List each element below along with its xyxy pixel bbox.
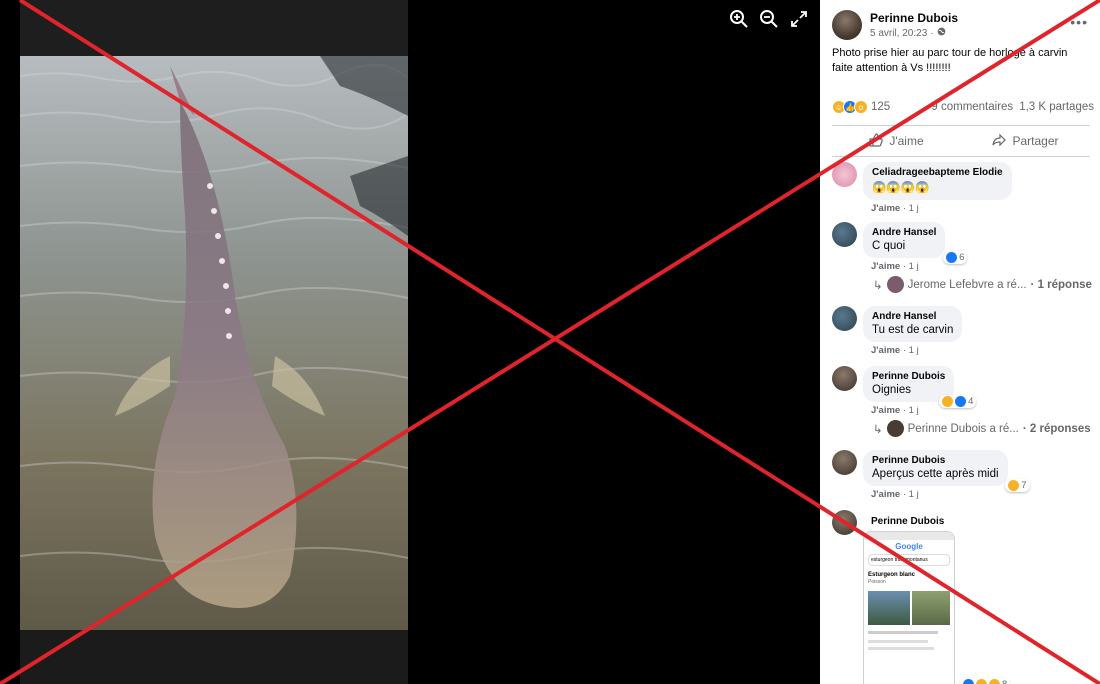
reply-arrow-icon: ↳ xyxy=(873,423,883,436)
comment-meta: J'aime · 1 j xyxy=(871,261,919,272)
comment-author[interactable]: Andre Hansel xyxy=(872,227,936,238)
photo-frame xyxy=(20,0,408,684)
haha-icon xyxy=(1008,480,1020,491)
comment-bubble: Perinne Dubois Oignies 4 xyxy=(863,366,977,408)
avatar xyxy=(886,420,904,437)
comment-author[interactable]: Perinne Dubois xyxy=(872,371,945,382)
haha-icon xyxy=(976,679,987,684)
comment-text: Tu est de carvin xyxy=(872,324,954,336)
view-replies-link[interactable]: ↳ Jerome Lefebvre a ré... · 1 réponse xyxy=(873,276,1100,293)
like-icon xyxy=(946,252,958,263)
comment-like-button[interactable]: J'aime xyxy=(871,345,900,356)
post-date[interactable]: 5 avril, 20:23 xyxy=(870,28,927,39)
haha-icon xyxy=(942,396,954,407)
zoom-out-icon[interactable] xyxy=(758,8,780,30)
comment-text: Oignies xyxy=(872,384,911,396)
comments-count[interactable]: 9 commentaires xyxy=(931,101,1013,113)
comment-reactions[interactable]: 8 xyxy=(960,678,1011,684)
comment-like-button[interactable]: J'aime xyxy=(871,261,900,272)
comment-text: 😱😱😱😱 xyxy=(872,182,930,194)
comment-author[interactable]: Andre Hansel xyxy=(872,311,953,322)
avatar[interactable] xyxy=(832,10,862,40)
post-panel: Perinne Dubois 5 avril, 20:23 · ••• Phot… xyxy=(820,0,1100,684)
comment-item: Perinne Dubois Oignies 4 J'aime · 1 j ↳ … xyxy=(832,366,1100,444)
like-icon xyxy=(963,679,974,684)
comment-reactions[interactable]: 6 xyxy=(943,251,968,264)
post-author[interactable]: Perinne Dubois xyxy=(870,11,958,25)
reaction-icons[interactable]: ☺ 👍 o xyxy=(832,100,868,114)
share-button[interactable]: Partager xyxy=(961,133,1090,150)
wow-icon xyxy=(989,679,1000,684)
comment-author[interactable]: Perinne Dubois xyxy=(871,516,1100,527)
comment-author[interactable]: Celiadrageebapteme Elodie xyxy=(872,167,1003,178)
comment-author[interactable]: Perinne Dubois xyxy=(872,455,999,466)
comment-item: Perinne Dubois Aperçus cette après midi … xyxy=(832,450,1100,506)
comment-item: Celiadrageebapteme Elodie 😱😱😱😱 J'aime · … xyxy=(832,162,1100,218)
comment-like-button[interactable]: J'aime xyxy=(871,203,900,214)
more-options-icon[interactable]: ••• xyxy=(1070,14,1088,30)
comment-like-button[interactable]: J'aime xyxy=(871,405,900,416)
comment-item: Andre Hansel Tu est de carvin J'aime · 1… xyxy=(832,306,1100,362)
comment-bubble: Celiadrageebapteme Elodie 😱😱😱😱 xyxy=(863,162,1012,200)
viewer-controls xyxy=(728,8,810,30)
comment-meta: J'aime · 1 j xyxy=(871,489,919,500)
thumbnail-title: Esturgeon blanc xyxy=(868,572,916,578)
avatar[interactable] xyxy=(832,450,857,475)
view-replies-link[interactable]: ↳ Perinne Dubois a ré... · 2 réponses xyxy=(873,420,1100,437)
zoom-in-icon[interactable] xyxy=(728,8,750,30)
reply-arrow-icon: ↳ xyxy=(873,279,883,292)
post-actions: J'aime Partager xyxy=(832,125,1090,157)
comment-like-button[interactable]: J'aime xyxy=(871,489,900,500)
comment-text: Aperçus cette après midi xyxy=(872,468,999,480)
comment-meta: J'aime · 1 j xyxy=(871,405,919,416)
fullscreen-icon[interactable] xyxy=(788,8,810,30)
comment-bubble: Andre Hansel C quoi 6 xyxy=(863,222,968,264)
thumbnail-photo xyxy=(911,591,950,625)
wow-icon: o xyxy=(854,100,868,114)
shares-count[interactable]: 1,3 K partages xyxy=(1019,101,1094,113)
like-button[interactable]: J'aime xyxy=(832,132,961,150)
post-meta: 5 avril, 20:23 · xyxy=(870,27,958,39)
comment-item: Perinne Dubois Google esturgeon transmon… xyxy=(832,510,1100,684)
avatar[interactable] xyxy=(832,366,857,391)
comments-list: Celiadrageebapteme Elodie 😱😱😱😱 J'aime · … xyxy=(832,162,1100,684)
reactions-summary: ☺ 👍 o 125 9 commentaires 1,3 K partages xyxy=(832,100,1094,114)
google-logo: Google xyxy=(895,542,923,551)
post-header: Perinne Dubois 5 avril, 20:23 · xyxy=(832,10,958,40)
thumbs-up-icon xyxy=(869,132,884,150)
comment-meta: J'aime · 1 j xyxy=(871,203,919,214)
comment-image-screenshot[interactable]: Google esturgeon transmontanus Esturgeon… xyxy=(863,531,955,684)
avatar xyxy=(886,276,904,293)
comment-bubble: Andre Hansel Tu est de carvin xyxy=(863,306,963,342)
thumbnail-photo xyxy=(868,591,910,625)
like-icon xyxy=(955,396,967,407)
comment-meta: J'aime · 1 j xyxy=(871,345,919,356)
thumbnail-search: esturgeon transmontanus xyxy=(868,554,950,566)
comment-reactions[interactable]: 7 xyxy=(1005,479,1030,492)
globe-icon xyxy=(937,27,946,39)
share-icon xyxy=(992,133,1007,150)
thumbnail-subtitle: Poisson xyxy=(868,579,886,585)
avatar[interactable] xyxy=(832,510,857,535)
reactions-count[interactable]: 125 xyxy=(871,101,890,113)
avatar[interactable] xyxy=(832,306,857,331)
media-viewer-page: Perinne Dubois 5 avril, 20:23 · ••• Phot… xyxy=(0,0,1100,684)
photo-viewer xyxy=(0,0,820,684)
avatar[interactable] xyxy=(832,162,857,187)
comment-text: C quoi xyxy=(872,240,906,252)
comment-item: Andre Hansel C quoi 6 J'aime · 1 j ↳ Jer… xyxy=(832,222,1100,300)
comment-reactions[interactable]: 4 xyxy=(939,395,977,408)
avatar[interactable] xyxy=(832,222,857,247)
post-text: Photo prise hier au parc tour de horloge… xyxy=(832,47,1068,74)
sturgeon-photo[interactable] xyxy=(20,56,408,630)
comment-bubble: Perinne Dubois Aperçus cette après midi … xyxy=(863,450,1030,492)
